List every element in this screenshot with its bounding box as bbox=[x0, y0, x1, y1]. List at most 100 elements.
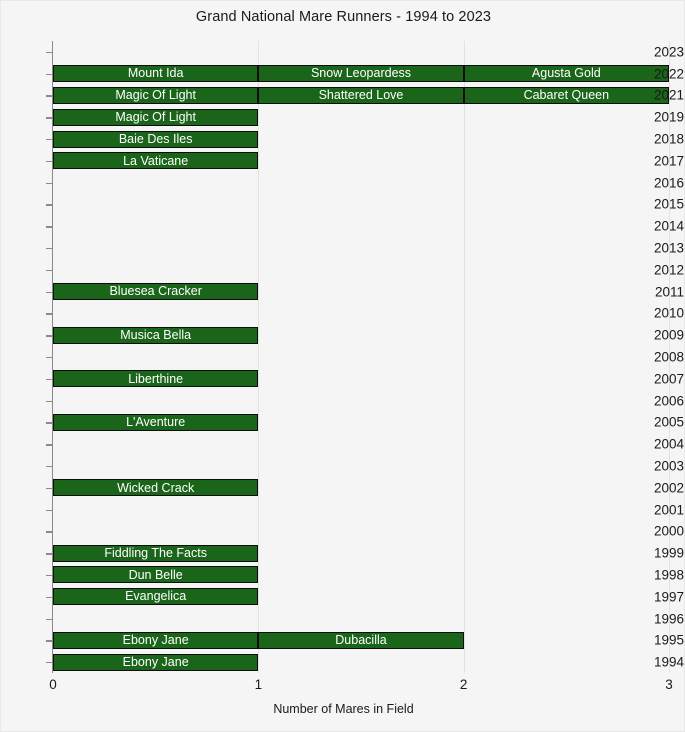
y-tick-mark-2001 bbox=[46, 509, 53, 511]
bar-segment-label: Fiddling The Facts bbox=[104, 545, 207, 560]
y-tick-label-2003: 2003 bbox=[653, 458, 684, 474]
y-tick-mark-2019 bbox=[46, 117, 53, 119]
bar-segment[interactable]: Magic Of Light bbox=[53, 86, 259, 104]
y-tick-mark-2000 bbox=[46, 531, 53, 533]
y-tick-mark-2007 bbox=[46, 378, 53, 381]
y-tick-label-2013: 2013 bbox=[653, 240, 684, 256]
y-tick-label-1995: 1995 bbox=[653, 632, 684, 648]
bar-segment[interactable]: Fiddling The Facts bbox=[53, 544, 259, 562]
bar-segment-label: Magic Of Light bbox=[115, 88, 196, 103]
y-tick-mark-2003 bbox=[46, 465, 53, 468]
bar-segment-label: L'Aventure bbox=[126, 415, 186, 430]
y-tick-label-2001: 2001 bbox=[653, 502, 684, 518]
y-tick-label-1994: 1994 bbox=[653, 654, 684, 670]
bar-segment[interactable]: Snow Leopardess bbox=[258, 65, 464, 83]
bar-segment[interactable]: Liberthine bbox=[53, 370, 259, 388]
y-tick-label-2005: 2005 bbox=[653, 414, 684, 430]
y-tick-mark-1998 bbox=[46, 574, 53, 577]
y-tick-mark-1997 bbox=[46, 596, 53, 599]
bar-segment[interactable]: Magic Of Light bbox=[53, 108, 259, 126]
bar-segment[interactable]: La Vaticane bbox=[53, 152, 259, 170]
y-tick-label-2002: 2002 bbox=[653, 480, 684, 496]
y-tick-mark-2012 bbox=[46, 269, 53, 272]
y-tick-label-2011: 2011 bbox=[654, 284, 684, 300]
bar-segment-label: Bluesea Cracker bbox=[109, 284, 202, 299]
x-tick-label-2: 2 bbox=[459, 677, 468, 692]
gridline-x-2 bbox=[463, 41, 465, 673]
bar-segment-label: Liberthine bbox=[128, 371, 184, 386]
bar-segment-label: Ebony Jane bbox=[122, 654, 189, 669]
x-tick-label-1: 1 bbox=[254, 677, 263, 692]
bar-segment[interactable]: Baie Des Iles bbox=[53, 130, 259, 148]
y-tick-mark-2008 bbox=[46, 357, 53, 359]
y-tick-label-2021: 2021 bbox=[653, 87, 684, 103]
y-tick-label-2015: 2015 bbox=[653, 196, 684, 212]
y-tick-mark-2015 bbox=[46, 204, 53, 206]
y-tick-label-1996: 1996 bbox=[653, 611, 684, 627]
y-tick-mark-2022 bbox=[46, 73, 53, 76]
bar-segment-label: Snow Leopardess bbox=[310, 66, 412, 81]
y-tick-mark-2004 bbox=[46, 444, 53, 446]
y-tick-label-2018: 2018 bbox=[653, 131, 684, 147]
bar-segment[interactable]: Evangelica bbox=[53, 588, 259, 606]
y-tick-mark-2016 bbox=[46, 182, 53, 185]
y-tick-label-2016: 2016 bbox=[653, 175, 684, 191]
chart-figure: Grand National Mare Runners - 1994 to 20… bbox=[0, 0, 685, 732]
bar-segment[interactable]: Wicked Crack bbox=[53, 479, 259, 497]
bar-segment-label: Magic Of Light bbox=[115, 110, 196, 125]
bar-segment-label: Dubacilla bbox=[335, 633, 387, 648]
y-tick-label-2017: 2017 bbox=[653, 153, 684, 169]
bar-segment-label: Agusta Gold bbox=[531, 66, 601, 81]
y-tick-label-1999: 1999 bbox=[653, 545, 684, 561]
y-tick-mark-1995 bbox=[46, 640, 53, 642]
y-tick-label-2019: 2019 bbox=[653, 109, 684, 125]
y-tick-mark-2011 bbox=[46, 291, 53, 293]
y-tick-mark-1994 bbox=[46, 662, 53, 664]
gridline-x-1 bbox=[258, 41, 260, 673]
y-tick-mark-2006 bbox=[46, 400, 53, 402]
y-tick-mark-1996 bbox=[46, 618, 53, 620]
bar-segment[interactable]: Mount Ida bbox=[53, 65, 259, 83]
bar-segment[interactable]: Dun Belle bbox=[53, 566, 259, 584]
y-tick-label-2012: 2012 bbox=[653, 262, 684, 278]
y-tick-mark-2013 bbox=[46, 248, 53, 250]
y-tick-mark-2023 bbox=[46, 51, 53, 54]
y-tick-label-2007: 2007 bbox=[653, 371, 684, 387]
plot-area: Mount Ida Snow Leopardess Agusta Gold Magic… bbox=[53, 41, 670, 673]
bar-segment[interactable]: L'Aventure bbox=[53, 413, 259, 431]
y-tick-mark-2017 bbox=[46, 160, 53, 163]
bar-segment-label: Dun Belle bbox=[128, 567, 183, 582]
y-tick-label-2023: 2023 bbox=[653, 44, 684, 60]
bar-segment[interactable]: Shattered Love bbox=[258, 86, 464, 104]
bar-segment-label: Musica Bella bbox=[120, 327, 192, 342]
bar-segment[interactable]: Cabaret Queen bbox=[463, 86, 669, 104]
bar-segment-label: Evangelica bbox=[125, 589, 187, 604]
x-axis-label: Number of Mares in Field bbox=[273, 702, 414, 716]
y-tick-mark-2009 bbox=[46, 335, 53, 337]
y-tick-label-2014: 2014 bbox=[653, 218, 684, 234]
y-tick-label-2004: 2004 bbox=[653, 436, 684, 452]
y-tick-mark-2002 bbox=[46, 487, 53, 490]
y-tick-label-1997: 1997 bbox=[653, 589, 684, 605]
bar-segment[interactable]: Ebony Jane bbox=[53, 653, 259, 671]
y-tick-label-2010: 2010 bbox=[653, 305, 684, 321]
y-tick-label-2009: 2009 bbox=[653, 327, 684, 343]
bar-segment-label: Shattered Love bbox=[318, 88, 404, 103]
bar-segment[interactable]: Bluesea Cracker bbox=[53, 283, 259, 301]
y-tick-label-1998: 1998 bbox=[653, 567, 684, 583]
chart-title: Grand National Mare Runners - 1994 to 20… bbox=[195, 9, 492, 25]
y-tick-mark-1999 bbox=[46, 553, 53, 555]
y-tick-label-2006: 2006 bbox=[653, 393, 684, 409]
bar-segment[interactable]: Dubacilla bbox=[258, 631, 464, 649]
bar-segment[interactable]: Ebony Jane bbox=[53, 631, 259, 649]
bar-segment[interactable]: Musica Bella bbox=[53, 326, 259, 344]
bar-segment[interactable]: Agusta Gold bbox=[463, 65, 669, 83]
y-tick-mark-2014 bbox=[46, 226, 53, 228]
bar-segment-label: Ebony Jane bbox=[122, 633, 189, 648]
x-tick-label-3: 3 bbox=[665, 677, 673, 692]
y-tick-label-2008: 2008 bbox=[653, 349, 684, 365]
x-tick-label-0: 0 bbox=[49, 677, 57, 692]
y-tick-label-2000: 2000 bbox=[653, 523, 684, 539]
bar-segment-label: Wicked Crack bbox=[117, 480, 195, 495]
bar-segment-label: La Vaticane bbox=[123, 153, 189, 168]
